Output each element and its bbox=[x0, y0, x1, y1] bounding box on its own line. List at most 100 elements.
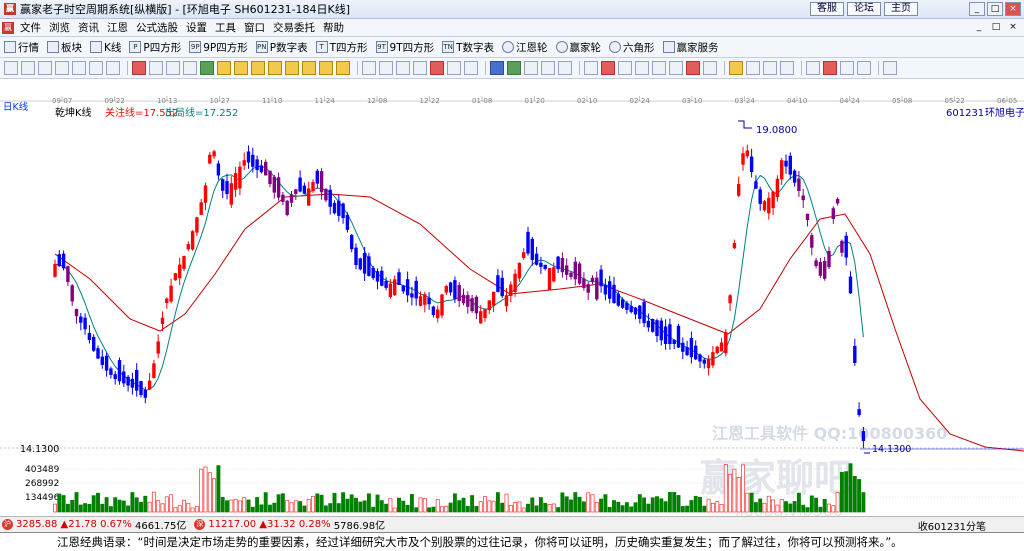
toolbar-item-3[interactable]: P P四方形 bbox=[129, 40, 181, 55]
drawing-tool-icon[interactable] bbox=[763, 61, 777, 75]
menu-file[interactable]: 文件 bbox=[16, 20, 45, 35]
toolbar-item-12[interactable]: 赢家服务 bbox=[662, 40, 719, 55]
mdi-restore-icon[interactable]: □ bbox=[989, 21, 1003, 34]
menu-formula[interactable]: 公式选股 bbox=[132, 20, 182, 35]
volume-bar bbox=[315, 493, 320, 513]
drawing-tool-icon[interactable] bbox=[149, 61, 163, 75]
volume-bar bbox=[452, 493, 457, 513]
menu-trade[interactable]: 交易委托 bbox=[269, 20, 319, 35]
volume-bar bbox=[543, 502, 548, 513]
toolbar-item-label: 行情 bbox=[18, 41, 39, 54]
menu-browse[interactable]: 浏览 bbox=[45, 20, 74, 35]
drawing-tool-icon[interactable] bbox=[823, 61, 837, 75]
minimize-icon[interactable]: _ bbox=[969, 2, 985, 16]
drawing-tool-icon[interactable] bbox=[21, 61, 35, 75]
mdi-minimize-icon[interactable]: _ bbox=[972, 21, 986, 34]
drawing-tool-icon[interactable] bbox=[669, 61, 683, 75]
candle-body bbox=[418, 296, 423, 306]
drawing-tool-icon[interactable] bbox=[362, 61, 376, 75]
toolbar-item-7[interactable]: 9T 9T四方形 bbox=[375, 40, 434, 55]
toolbar-item-4[interactable]: 9P 9P四方形 bbox=[189, 40, 248, 55]
homepage-button[interactable]: 主页 bbox=[884, 2, 918, 16]
drawing-tool-icon[interactable] bbox=[200, 61, 214, 75]
toolbar-item-9[interactable]: 江恩轮 bbox=[502, 40, 548, 55]
drawing-tool-icon[interactable] bbox=[319, 61, 333, 75]
sh-market-icon: 沪 bbox=[2, 519, 13, 530]
drawing-tool-icon[interactable] bbox=[857, 61, 871, 75]
menu-tools[interactable]: 工具 bbox=[211, 20, 240, 35]
drawing-tool-icon[interactable] bbox=[379, 61, 393, 75]
drawing-tool-icon[interactable] bbox=[746, 61, 760, 75]
toolbar-item-0[interactable]: 行情 bbox=[4, 40, 39, 55]
drawing-tool-icon[interactable] bbox=[38, 61, 52, 75]
service-button[interactable]: 客服 bbox=[810, 2, 844, 16]
sh-index-block[interactable]: 沪 3285.88 ▲21.78 0.67% 4661.75亿 bbox=[0, 517, 186, 532]
drawing-tool-icon[interactable] bbox=[89, 61, 103, 75]
drawing-tool-icon[interactable] bbox=[336, 61, 350, 75]
drawing-tool-icon[interactable] bbox=[840, 61, 854, 75]
toolbar-item-6[interactable]: T T四方形 bbox=[315, 40, 368, 55]
menu-info[interactable]: 资讯 bbox=[74, 20, 103, 35]
kline-chart-area[interactable]: 09-07 09-22 10-13 10-27 11-10 11-24 12-08 12-22… bbox=[0, 79, 1024, 520]
candle-body bbox=[212, 151, 216, 157]
volume-bar bbox=[556, 507, 561, 513]
drawing-tool-icon[interactable] bbox=[541, 61, 555, 75]
drawing-tool-icon[interactable] bbox=[618, 61, 632, 75]
toolbar-item-10[interactable]: 赢家轮 bbox=[555, 40, 601, 55]
drawing-tool-icon[interactable] bbox=[490, 61, 504, 75]
drawing-tool-icon[interactable] bbox=[652, 61, 666, 75]
menu-help[interactable]: 帮助 bbox=[319, 20, 348, 35]
menu-app-icon[interactable]: 赢 bbox=[2, 21, 14, 34]
kline-chart[interactable]: 09-07 09-22 10-13 10-27 11-10 11-24 12-08 12-22… bbox=[0, 79, 1024, 520]
forum-button[interactable]: 论坛 bbox=[847, 2, 881, 16]
drawing-tool-icon[interactable] bbox=[183, 61, 197, 75]
drawing-tool-icon[interactable] bbox=[447, 61, 461, 75]
drawing-tool-icon[interactable] bbox=[635, 61, 649, 75]
drawing-tool-icon[interactable] bbox=[558, 61, 572, 75]
candle-body bbox=[281, 194, 285, 202]
drawing-tool-icon[interactable] bbox=[464, 61, 478, 75]
drawing-tool-icon[interactable] bbox=[396, 61, 410, 75]
menu-gann[interactable]: 江恩 bbox=[103, 20, 132, 35]
drawing-tool-icon[interactable] bbox=[729, 61, 743, 75]
drawing-tool-icon[interactable] bbox=[4, 61, 18, 75]
maximize-icon[interactable]: □ bbox=[987, 2, 1003, 16]
candle-body bbox=[393, 279, 397, 296]
toolbar-item-2[interactable]: K线 bbox=[90, 40, 121, 55]
drawing-tool-icon[interactable] bbox=[55, 61, 69, 75]
drawing-tool-icon[interactable] bbox=[302, 61, 316, 75]
drawing-tool-icon[interactable] bbox=[780, 61, 794, 75]
drawing-tool-icon[interactable] bbox=[524, 61, 538, 75]
drawing-tool-icon[interactable] bbox=[806, 61, 820, 75]
drawing-tool-icon[interactable] bbox=[251, 61, 265, 75]
mdi-close-icon[interactable]: × bbox=[1006, 21, 1020, 34]
drawing-tool-icon[interactable] bbox=[883, 61, 897, 75]
drawing-tool-icon[interactable] bbox=[166, 61, 180, 75]
menu-window[interactable]: 窗口 bbox=[240, 20, 269, 35]
drawing-tool-icon[interactable] bbox=[132, 61, 146, 75]
toolbar-item-5[interactable]: PN P数字表 bbox=[255, 40, 308, 55]
drawing-tool-icon[interactable] bbox=[686, 61, 700, 75]
drawing-tool-icon[interactable] bbox=[268, 61, 282, 75]
drawing-tool-icon[interactable] bbox=[584, 61, 598, 75]
drawing-tool-icon[interactable] bbox=[703, 61, 717, 75]
drawing-tool-icon[interactable] bbox=[507, 61, 521, 75]
close-icon[interactable]: × bbox=[1005, 2, 1021, 16]
drawing-tool-icon[interactable] bbox=[413, 61, 427, 75]
drawing-tool-icon[interactable] bbox=[234, 61, 248, 75]
menu-settings[interactable]: 设置 bbox=[182, 20, 211, 35]
toolbar-item-1[interactable]: 板块 bbox=[47, 40, 82, 55]
drawing-tool-icon[interactable] bbox=[106, 61, 120, 75]
date-tick-label: 04-24 bbox=[840, 97, 861, 105]
drawing-tool-icon[interactable] bbox=[217, 61, 231, 75]
candle-body bbox=[616, 293, 620, 306]
sz-index-block[interactable]: 深 11217.00 ▲31.32 0.28% 5786.98亿 bbox=[192, 517, 385, 532]
date-tick-label: 05-22 bbox=[945, 97, 965, 105]
drawing-tool-icon[interactable] bbox=[72, 61, 86, 75]
toolbar-item-8[interactable]: TN T数字表 bbox=[442, 40, 494, 55]
drawing-tool-icon[interactable] bbox=[601, 61, 615, 75]
drawing-tool-icon[interactable] bbox=[285, 61, 299, 75]
tick-detail-link[interactable]: 收601231分笔 bbox=[918, 518, 986, 533]
drawing-tool-icon[interactable] bbox=[430, 61, 444, 75]
toolbar-item-11[interactable]: 六角形 bbox=[609, 40, 655, 55]
